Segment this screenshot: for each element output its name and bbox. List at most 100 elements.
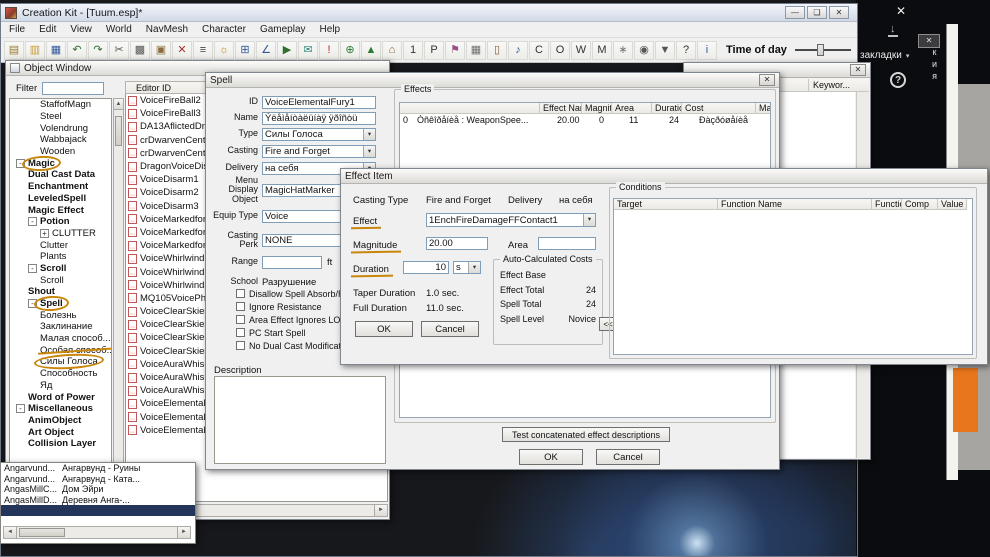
open-folder-icon[interactable]: ▥: [25, 41, 45, 60]
tree-item[interactable]: Clutter: [10, 239, 111, 251]
tree-expander-icon[interactable]: -: [28, 264, 37, 273]
cut-icon[interactable]: ✂: [109, 41, 129, 60]
scroll-right-icon[interactable]: ►: [374, 505, 387, 516]
cell-row[interactable]: AngasMillD... Деревня Анга-...: [1, 495, 195, 506]
conditions-column-header[interactable]: Function Name: [718, 199, 872, 210]
title-bar[interactable]: Creation Kit - [Tuum.esp]* — ❏ ✕: [1, 4, 857, 22]
sound-icon[interactable]: ♪: [508, 41, 528, 60]
tree-vscrollbar[interactable]: ▲ ▼: [113, 98, 124, 504]
tree-item[interactable]: - Magic: [10, 157, 111, 169]
cancel-button[interactable]: Cancel: [596, 449, 660, 465]
conditions-column-header[interactable]: Comp: [902, 199, 938, 210]
tree-item[interactable]: AnimObject: [10, 415, 111, 427]
tree-item[interactable]: - Spell: [10, 298, 111, 310]
effect-select[interactable]: 1EnchFireDamageFFContact1▾: [426, 213, 596, 227]
help-icon[interactable]: ?: [676, 41, 696, 60]
tree-item[interactable]: Заклинание: [10, 321, 111, 333]
bookmarks-menu[interactable]: закладки ▾: [860, 50, 909, 61]
tree-item[interactable]: - Potion: [10, 216, 111, 228]
marker-p-icon[interactable]: P: [424, 41, 444, 60]
details-icon[interactable]: ≡: [193, 41, 213, 60]
dialogue-icon[interactable]: ✉: [298, 41, 318, 60]
tree-item[interactable]: Volendrung: [10, 122, 111, 134]
ok-button[interactable]: OK: [519, 449, 583, 465]
tree-item[interactable]: Scroll: [10, 274, 111, 286]
tree-item[interactable]: - Scroll: [10, 263, 111, 275]
tree-expander-icon[interactable]: -: [16, 404, 25, 413]
undo-icon[interactable]: ↶: [67, 41, 87, 60]
world-icon[interactable]: ⊕: [340, 41, 360, 60]
effects-column-header[interactable]: Effect Name: [540, 103, 582, 114]
magnitude-input[interactable]: 20.00: [426, 237, 488, 250]
tree-item[interactable]: Art Object: [10, 426, 111, 438]
effects-column-header[interactable]: Area: [612, 103, 652, 114]
conditions-column-header[interactable]: Target: [614, 199, 718, 210]
tree-expander-icon[interactable]: -: [28, 217, 37, 226]
cancel-button[interactable]: Cancel: [421, 321, 479, 337]
tree-item[interactable]: Wabbajack: [10, 134, 111, 146]
new-icon[interactable]: ▤: [4, 41, 24, 60]
checkbox[interactable]: [236, 302, 245, 311]
scroll-up-icon[interactable]: ▲: [114, 99, 123, 110]
snap-angle-icon[interactable]: ∠: [256, 41, 276, 60]
cell-row[interactable]: Angarvund... Ангарвунд - Руины: [1, 463, 195, 474]
effects-column-header[interactable]: Duration: [652, 103, 682, 114]
info-icon[interactable]: i: [697, 41, 717, 60]
name-input[interactable]: Ýëåìåíòàëüíàÿ ÿðîñòü: [262, 112, 376, 125]
tree-item[interactable]: StaffofMagn: [10, 99, 111, 111]
conditions-column-header[interactable]: Function Info: [872, 199, 902, 210]
scroll-thumb[interactable]: [19, 528, 65, 537]
filter-icon[interactable]: ▼: [655, 41, 675, 60]
tree-item[interactable]: Enchantment: [10, 181, 111, 193]
letter-w-icon[interactable]: W: [571, 41, 591, 60]
hammer-icon[interactable]: ∗: [613, 41, 633, 60]
menu-item[interactable]: Character: [202, 24, 246, 35]
terrain-icon[interactable]: ▲: [361, 41, 381, 60]
tree-item[interactable]: Dual Cast Data: [10, 169, 111, 181]
tree-item[interactable]: Болезнь: [10, 309, 111, 321]
tree-item[interactable]: Steel: [10, 111, 111, 123]
effects-column-header[interactable]: Magnit...: [582, 103, 612, 114]
checkbox[interactable]: [236, 328, 245, 337]
tree-item[interactable]: Word of Power: [10, 391, 111, 403]
close-icon[interactable]: ✕: [896, 4, 906, 18]
area-input[interactable]: [538, 237, 596, 250]
tree-item[interactable]: Plants: [10, 251, 111, 263]
scroll-right-icon[interactable]: ►: [177, 527, 190, 538]
description-textarea[interactable]: [214, 376, 386, 464]
range-input[interactable]: [262, 256, 322, 269]
duration-input[interactable]: 10: [403, 261, 449, 274]
cell-row-selected[interactable]: [1, 505, 195, 516]
cell-row[interactable]: AngasMillC... Дом Эйри: [1, 484, 195, 495]
menu-item[interactable]: Gameplay: [260, 24, 306, 35]
copy-icon[interactable]: ▩: [130, 41, 150, 60]
snap-grid-icon[interactable]: ⊞: [235, 41, 255, 60]
menu-item[interactable]: NavMesh: [146, 24, 188, 35]
building-icon[interactable]: ⌂: [382, 41, 402, 60]
column-header-keywords[interactable]: Keywor...: [808, 79, 854, 92]
time-of-day-slider[interactable]: [795, 49, 851, 51]
tree-item[interactable]: Magic Effect: [10, 204, 111, 216]
cell-row[interactable]: Angarvund... Ангарвунд - Ката...: [1, 474, 195, 485]
letter-o-icon[interactable]: O: [550, 41, 570, 60]
tree-expander-icon[interactable]: -: [16, 159, 25, 168]
menu-item[interactable]: File: [9, 24, 25, 35]
grid-icon[interactable]: ▦: [466, 41, 486, 60]
warning-icon[interactable]: !: [319, 41, 339, 60]
tree-item[interactable]: Яд: [10, 380, 111, 392]
tree-item[interactable]: Shout: [10, 286, 111, 298]
scroll-left-icon[interactable]: ◄: [4, 527, 17, 538]
letter-c-icon[interactable]: C: [529, 41, 549, 60]
menu-item[interactable]: World: [106, 24, 132, 35]
tree-item[interactable]: LeveledSpell: [10, 193, 111, 205]
effects-column-header[interactable]: Magic School: [756, 103, 771, 114]
close-button[interactable]: ✕: [829, 6, 849, 19]
type-select[interactable]: Силы Голоса▾: [262, 128, 376, 141]
checkbox[interactable]: [236, 315, 245, 324]
download-icon[interactable]: ↓: [888, 24, 898, 37]
title-bar[interactable]: Spell ✕: [206, 73, 779, 88]
filter-input[interactable]: [42, 82, 104, 95]
conditions-list[interactable]: [614, 210, 972, 354]
scroll-thumb[interactable]: [115, 116, 122, 146]
checkbox[interactable]: [236, 289, 245, 298]
